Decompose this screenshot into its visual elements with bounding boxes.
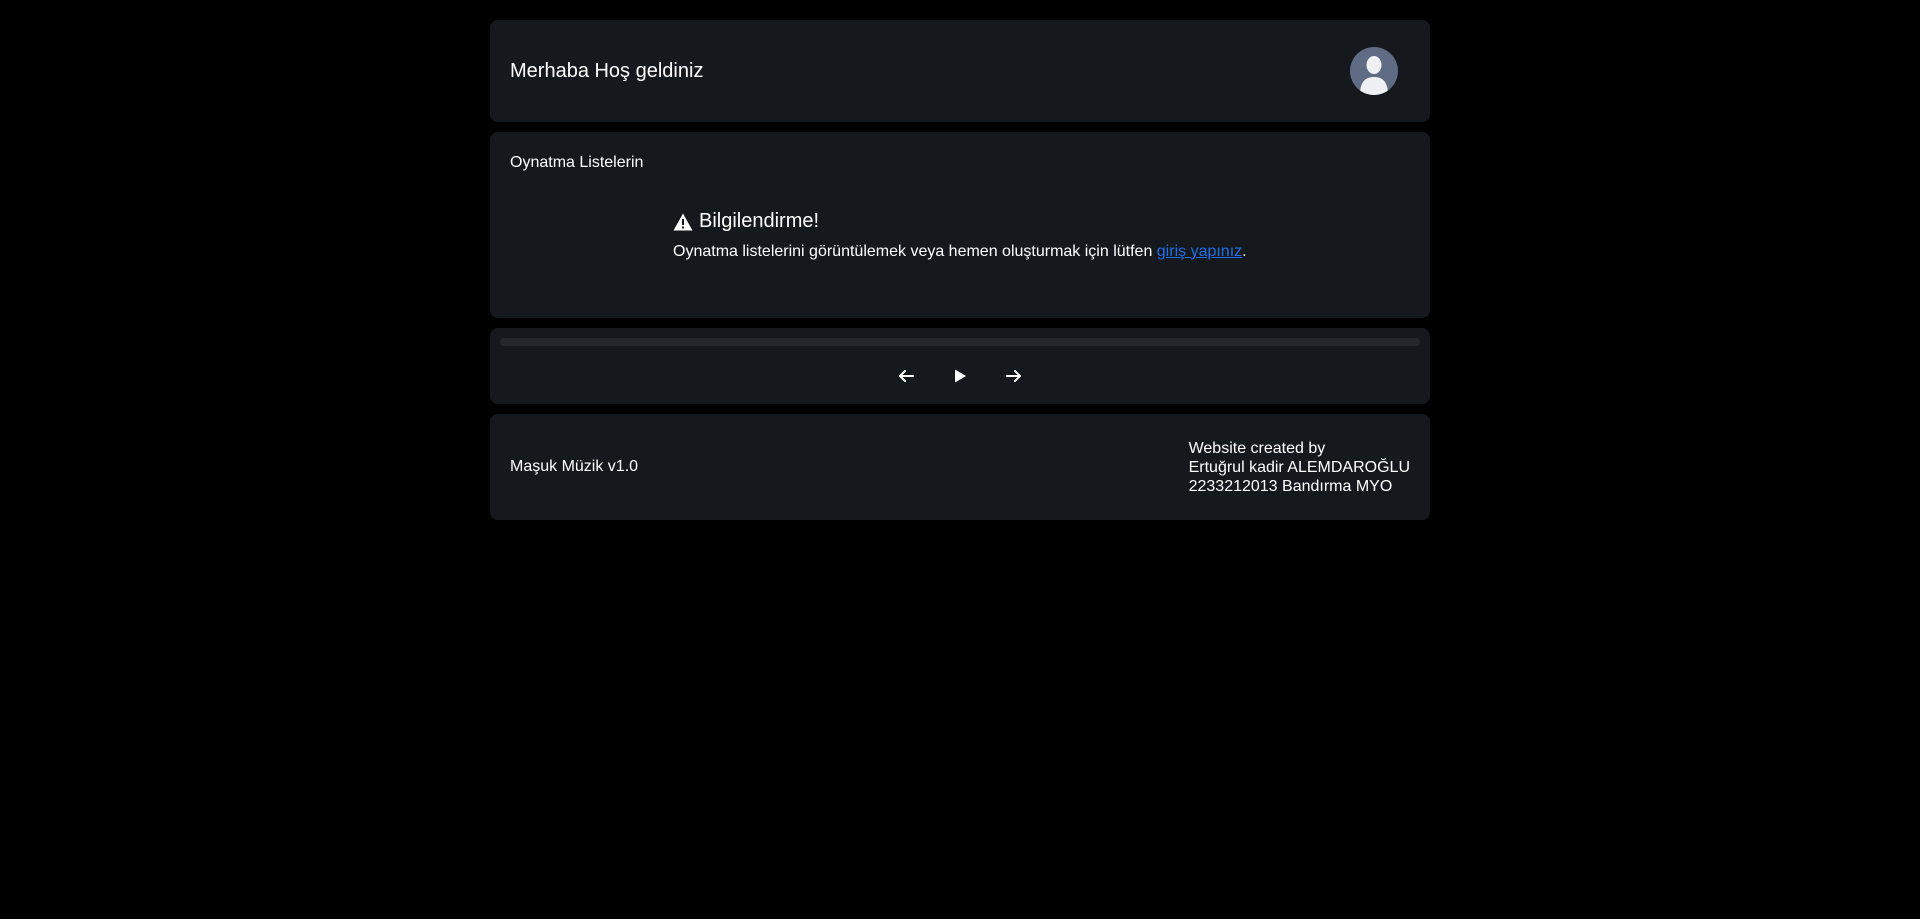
user-avatar-icon[interactable] [1350, 47, 1398, 95]
user-silhouette-icon [1360, 56, 1388, 95]
player-card [490, 328, 1430, 404]
progress-bar[interactable] [500, 338, 1420, 346]
alert-message: Oynatma listelerini görüntülemek veya he… [673, 243, 1247, 261]
credits-line: 2233212013 Bandırma MYO [1188, 477, 1393, 495]
greeting-title: Merhaba Hoş geldiniz [510, 59, 704, 82]
alert-text-before: Oynatma listelerini görüntülemek veya he… [673, 243, 1157, 260]
previous-button[interactable] [894, 364, 918, 388]
footer-brand: Maşuk Müzik v1.0 [510, 458, 639, 475]
play-icon [955, 369, 966, 383]
credits-line: Website created by [1188, 439, 1326, 457]
info-alert: Bilgilendirme! Oynatma listelerini görün… [673, 210, 1247, 261]
alert-heading: Bilgilendirme! [673, 210, 1247, 233]
credits-line: Ertuğrul kadir ALEMDAROĞLU [1188, 458, 1410, 476]
arrow-right-icon [1006, 370, 1021, 382]
warning-icon [673, 213, 693, 230]
footer-card: Maşuk Müzik v1.0 Website created by Ertu… [490, 414, 1430, 520]
playlists-title: Oynatma Listelerin [510, 154, 644, 171]
header-card: Merhaba Hoş geldiniz [490, 20, 1430, 122]
play-button[interactable] [948, 364, 972, 388]
playlists-card: Oynatma Listelerin Bilgilendirme! Oynatm… [490, 132, 1430, 318]
alert-text-after: . [1242, 243, 1247, 260]
arrow-left-icon [899, 370, 914, 382]
login-link[interactable]: giriş yapınız [1157, 243, 1242, 260]
next-button[interactable] [1002, 364, 1026, 388]
footer-credits: Website created by Ertuğrul kadir ALEMDA… [1189, 439, 1410, 496]
page-container: Merhaba Hoş geldiniz Oynatma Listelerin … [490, 20, 1430, 530]
alert-heading-text: Bilgilendirme! [699, 210, 820, 232]
player-controls [500, 364, 1420, 388]
